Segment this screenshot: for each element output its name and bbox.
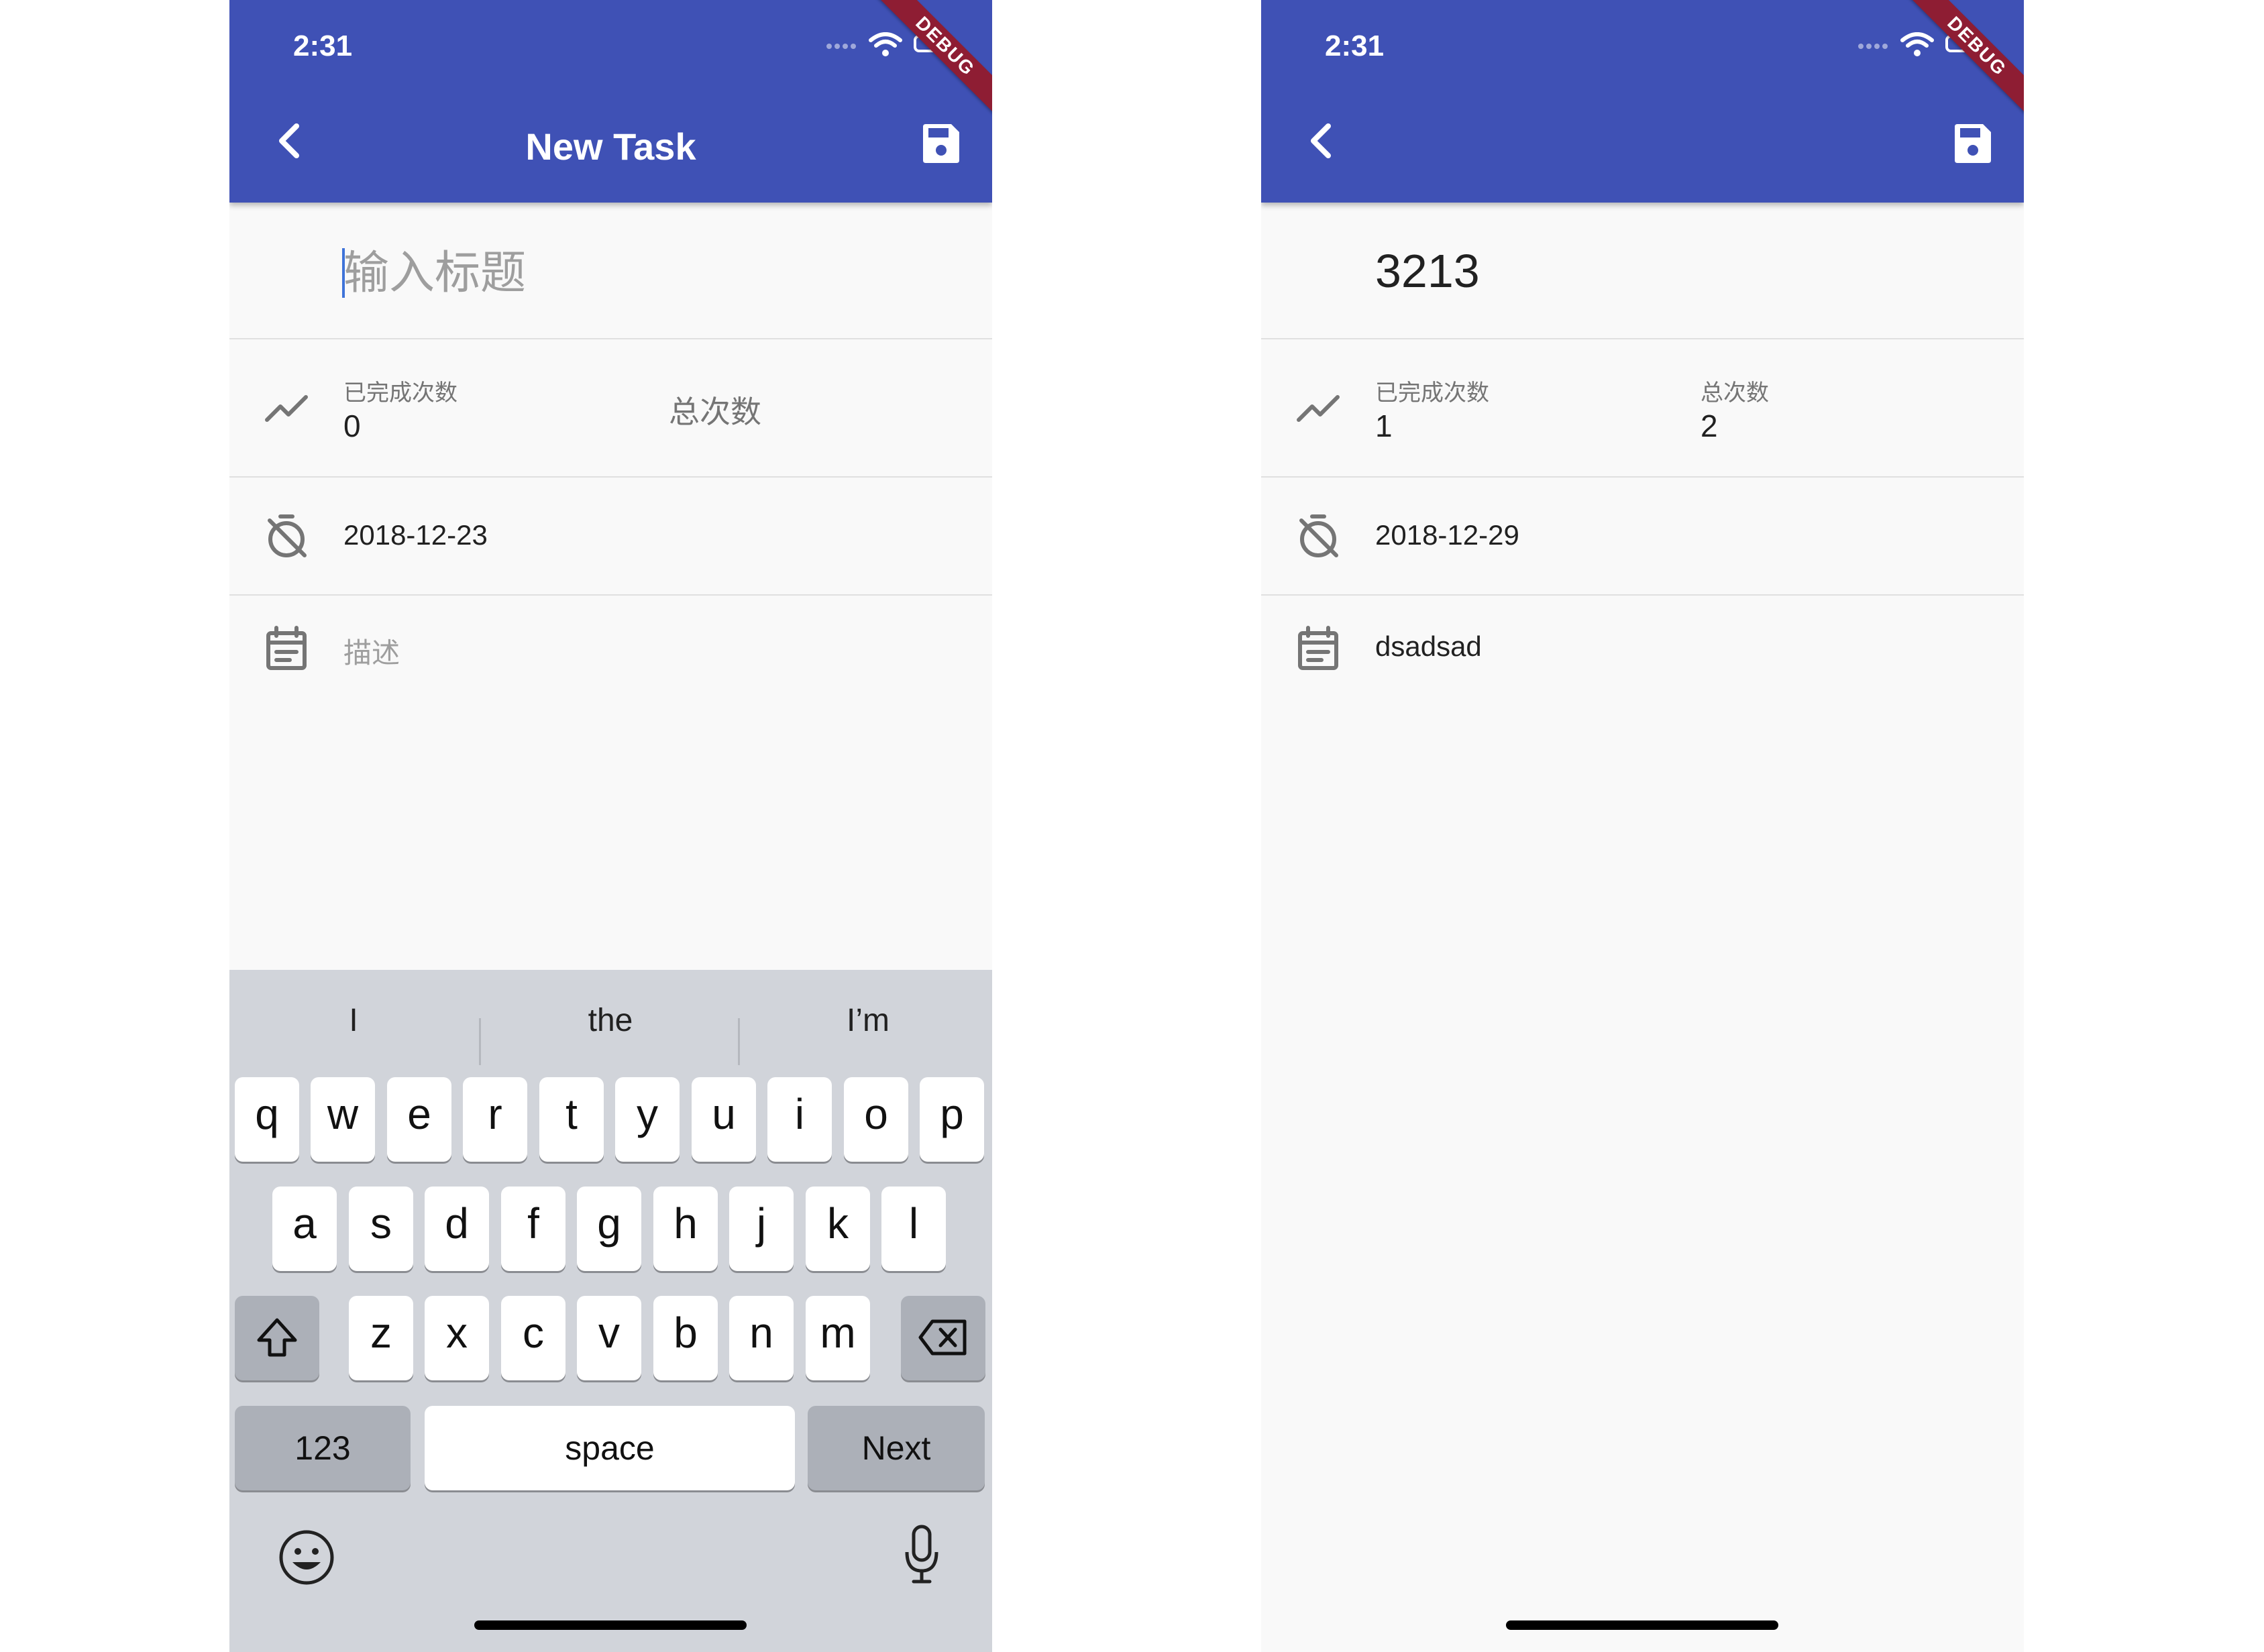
description-row[interactable]: 描述 xyxy=(229,596,992,696)
key-e[interactable]: e xyxy=(387,1077,451,1162)
completed-count-field[interactable]: 1 xyxy=(1375,408,1393,444)
date-row[interactable]: 2018-12-29 xyxy=(1261,478,2024,596)
completed-count-label: 已完成次数 xyxy=(1375,380,1489,406)
count-row: 已完成次数 1 总次数 2 xyxy=(1261,339,2024,478)
suggestion-2[interactable]: the xyxy=(486,1002,735,1039)
trending-icon xyxy=(265,395,308,422)
home-indicator[interactable] xyxy=(1506,1620,1778,1630)
text-cursor xyxy=(342,248,345,298)
timer-off-icon xyxy=(1299,514,1338,557)
numbers-key[interactable]: 123 xyxy=(235,1406,411,1490)
key-v[interactable]: v xyxy=(577,1296,641,1380)
title-input[interactable] xyxy=(343,243,947,303)
date-value: 2018-12-23 xyxy=(343,519,488,551)
key-a[interactable]: a xyxy=(272,1187,337,1271)
description-field[interactable]: 描述 xyxy=(343,630,400,671)
status-time: 2:31 xyxy=(1325,30,1385,62)
key-n[interactable]: n xyxy=(729,1296,794,1380)
key-s[interactable]: s xyxy=(349,1187,413,1271)
status-time: 2:31 xyxy=(293,30,353,62)
signal-dots-icon xyxy=(826,40,861,54)
count-row: 已完成次数 0 总次数 xyxy=(229,339,992,478)
event-note-icon xyxy=(266,626,307,670)
shift-icon xyxy=(257,1318,297,1357)
key-p[interactable]: p xyxy=(920,1077,984,1162)
total-count-label: 总次数 xyxy=(1701,380,1769,406)
key-x[interactable]: x xyxy=(425,1296,489,1380)
suggestion-bar: I the I’m xyxy=(229,990,992,1065)
suggestion-divider xyxy=(479,1018,481,1065)
trending-icon xyxy=(1297,395,1340,422)
next-key[interactable]: Next xyxy=(808,1406,985,1490)
microphone-icon[interactable] xyxy=(902,1524,942,1586)
app-bar: 2:31 DEBUG xyxy=(1261,0,2024,203)
description-row[interactable]: dsadsad xyxy=(1261,596,2024,696)
date-value: 2018-12-29 xyxy=(1375,519,1519,551)
left-phone-screen: 2:31 DEBUG New Task 已完成次数 0 总次数 xyxy=(229,0,992,1652)
save-icon[interactable] xyxy=(920,123,961,164)
key-y[interactable]: y xyxy=(615,1077,680,1162)
event-note-icon xyxy=(1298,626,1338,670)
key-f[interactable]: f xyxy=(501,1187,565,1271)
date-row[interactable]: 2018-12-23 xyxy=(229,478,992,596)
completed-count-field[interactable]: 0 xyxy=(343,408,361,444)
backspace-key[interactable] xyxy=(901,1296,985,1380)
key-b[interactable]: b xyxy=(653,1296,718,1380)
key-c[interactable]: c xyxy=(501,1296,565,1380)
debug-banner: DEBUG xyxy=(869,0,992,122)
completed-count-label: 已完成次数 xyxy=(343,380,457,406)
timer-off-icon xyxy=(268,514,307,557)
page-title: New Task xyxy=(525,125,696,168)
key-q[interactable]: q xyxy=(235,1077,299,1162)
total-count-field[interactable]: 总次数 xyxy=(669,388,761,432)
key-r[interactable]: r xyxy=(463,1077,527,1162)
title-value[interactable]: 3213 xyxy=(1375,244,1480,298)
space-key[interactable]: space xyxy=(425,1406,795,1490)
suggestion-divider xyxy=(738,1018,740,1065)
title-row[interactable]: 3213 xyxy=(1261,203,2024,339)
shift-key[interactable] xyxy=(235,1296,319,1380)
debug-banner: DEBUG xyxy=(1901,0,2024,122)
key-h[interactable]: h xyxy=(653,1187,718,1271)
wifi-icon xyxy=(869,32,902,56)
suggestion-3[interactable]: I’m xyxy=(744,1002,992,1039)
key-d[interactable]: d xyxy=(425,1187,489,1271)
key-u[interactable]: u xyxy=(692,1077,756,1162)
app-bar: 2:31 DEBUG New Task xyxy=(229,0,992,203)
wifi-icon xyxy=(1900,32,1934,56)
home-indicator[interactable] xyxy=(474,1620,747,1630)
signal-dots-icon xyxy=(1858,40,1893,54)
key-j[interactable]: j xyxy=(729,1187,794,1271)
right-phone-screen: 2:31 DEBUG 3213 已完成次数 1 总次数 2 2018-12-29… xyxy=(1261,0,2024,1652)
on-screen-keyboard: I the I’m q w e r t y u i o p a s d f g … xyxy=(229,970,992,1652)
key-i[interactable]: i xyxy=(767,1077,832,1162)
key-l[interactable]: l xyxy=(881,1187,946,1271)
title-row xyxy=(229,203,992,339)
key-k[interactable]: k xyxy=(806,1187,870,1271)
key-z[interactable]: z xyxy=(349,1296,413,1380)
key-g[interactable]: g xyxy=(577,1187,641,1271)
key-t[interactable]: t xyxy=(539,1077,604,1162)
emoji-icon[interactable] xyxy=(278,1529,335,1586)
key-m[interactable]: m xyxy=(806,1296,870,1380)
key-w[interactable]: w xyxy=(311,1077,375,1162)
back-arrow-icon[interactable] xyxy=(1301,121,1342,161)
description-field[interactable]: dsadsad xyxy=(1375,630,1482,663)
key-o[interactable]: o xyxy=(844,1077,908,1162)
save-icon[interactable] xyxy=(1952,123,1992,164)
total-count-field[interactable]: 2 xyxy=(1701,408,1718,444)
suggestion-1[interactable]: I xyxy=(229,1002,478,1039)
backspace-icon xyxy=(918,1319,967,1356)
